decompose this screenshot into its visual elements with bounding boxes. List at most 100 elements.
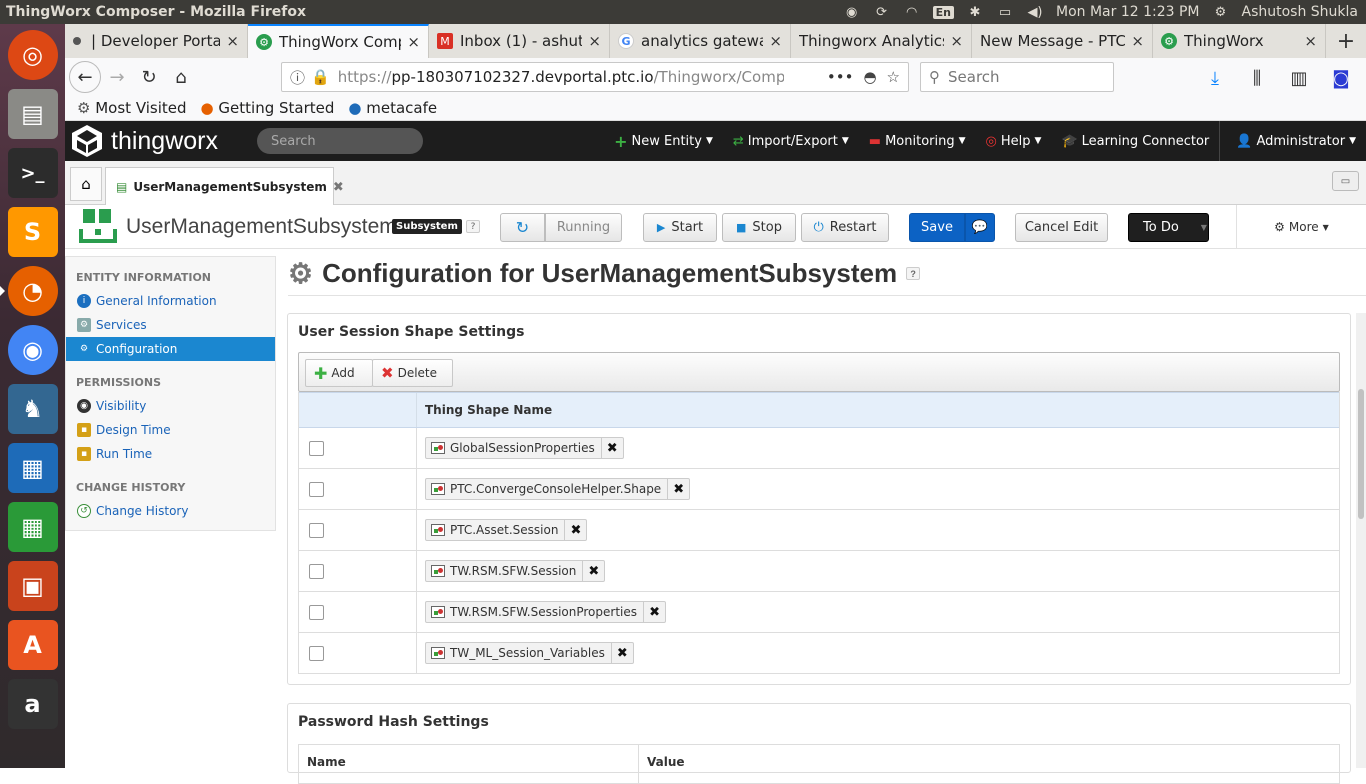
close-icon[interactable]: ×	[226, 32, 239, 50]
save-button[interactable]: Save	[909, 213, 965, 242]
row-checkbox[interactable]	[309, 440, 324, 456]
delete-button[interactable]: ✖ Delete	[372, 359, 453, 387]
remove-x-icon[interactable]: ✖	[564, 519, 586, 541]
browser-tab[interactable]: M Inbox (1) - ashutosh ×	[429, 24, 610, 58]
help-menu[interactable]: ◎ Help ▼	[976, 121, 1052, 161]
close-icon[interactable]: ×	[950, 32, 963, 50]
remove-x-icon[interactable]: ✖	[667, 478, 689, 500]
scrollbar-thumb[interactable]	[1358, 389, 1364, 519]
vertical-scrollbar[interactable]	[1356, 313, 1366, 768]
amazon-app-icon[interactable]: a	[7, 679, 58, 729]
bluetooth-icon[interactable]: ✱	[966, 4, 984, 20]
thing-shape-chip[interactable]: TW.RSM.SFW.Session ✖	[425, 560, 606, 582]
todo-button[interactable]: To Do ▼	[1128, 213, 1209, 242]
close-icon[interactable]: ×	[1131, 32, 1144, 50]
url-bar[interactable]: ⓘ 🔒 https:// pp-180307102327.devportal.p…	[281, 62, 909, 92]
browser-tab[interactable]: New Message - PTC U ×	[972, 24, 1153, 58]
column-header[interactable]: Name	[299, 745, 639, 783]
files-app-icon[interactable]: ▤	[7, 89, 58, 139]
thing-shape-chip[interactable]: TW_ML_Session_Variables ✖	[425, 642, 634, 664]
forward-arrow-icon[interactable]: →	[101, 61, 133, 93]
app-search-input[interactable]: Search	[257, 128, 423, 154]
pgadmin-elephant-icon[interactable]: ♞	[7, 384, 58, 434]
thingworx-logo[interactable]: thingworx	[65, 124, 257, 158]
new-entity-menu[interactable]: + New Entity ▼	[604, 121, 723, 161]
nav-general-information[interactable]: i General Information	[66, 289, 275, 313]
browser-tab[interactable]: ⚙ ThingWorx ×	[1153, 24, 1326, 58]
bookmark-getting-started[interactable]: ● Getting Started	[201, 99, 335, 117]
row-checkbox[interactable]	[309, 645, 324, 661]
sync-icon[interactable]: ⟳	[873, 4, 891, 20]
row-checkbox[interactable]	[309, 563, 324, 579]
bookmark-star-icon[interactable]: ☆	[887, 68, 900, 86]
new-tab-button[interactable]: +	[1326, 24, 1366, 58]
close-icon[interactable]: ✖	[333, 180, 344, 195]
nav-visibility[interactable]: ◉ Visibility	[66, 394, 275, 418]
remove-x-icon[interactable]: ✖	[600, 437, 623, 459]
thing-shape-chip[interactable]: TW.RSM.SFW.SessionProperties ✖	[425, 601, 667, 623]
browser-tab-active[interactable]: ⚙ ThingWorx Composer ×	[248, 24, 429, 58]
administrator-menu[interactable]: 👤 Administrator ▼	[1220, 121, 1366, 161]
home-icon[interactable]: ⌂	[70, 167, 102, 201]
remove-x-icon[interactable]: ✖	[643, 601, 665, 623]
steam-icon[interactable]: ◉	[843, 4, 861, 20]
comment-button[interactable]: 💬	[965, 213, 995, 242]
sidebar-icon[interactable]: ▥	[1283, 62, 1315, 94]
software-center-icon[interactable]: A	[7, 620, 58, 670]
entity-tab[interactable]: ▤ UserManagementSubsystem ✖	[105, 167, 344, 206]
volume-icon[interactable]: ◀)	[1026, 4, 1044, 20]
page-actions-icon[interactable]: •••	[827, 68, 854, 86]
battery-icon[interactable]: ▭	[996, 4, 1014, 20]
ubuntu-logo-icon[interactable]: ◎	[7, 30, 58, 80]
learning-connector-link[interactable]: 🎓 Learning Connector	[1051, 121, 1219, 161]
thing-shape-chip[interactable]: PTC.Asset.Session ✖	[425, 519, 588, 541]
close-icon[interactable]: ×	[1304, 32, 1317, 50]
monitoring-menu[interactable]: ▬ Monitoring ▼	[859, 121, 976, 161]
browser-tab[interactable]: G analytics gateway ×	[610, 24, 791, 58]
download-icon[interactable]: ⤓	[1199, 62, 1231, 94]
stop-button[interactable]: ■ Stop	[722, 213, 796, 242]
library-icon[interactable]: ⫼	[1241, 62, 1273, 94]
window-toggle-icon[interactable]: ▭	[1332, 171, 1359, 191]
help-icon[interactable]: ?	[466, 220, 480, 233]
bookmark-most-visited[interactable]: ⚙ Most Visited	[77, 99, 187, 117]
thing-shape-chip[interactable]: PTC.ConvergeConsoleHelper.Shape ✖	[425, 478, 691, 500]
settings-gear-icon[interactable]: ⚙	[1212, 4, 1230, 20]
more-menu[interactable]: ⚙ More ▼	[1236, 205, 1366, 249]
row-checkbox[interactable]	[309, 481, 324, 497]
close-icon[interactable]: ×	[588, 32, 601, 50]
nav-run-time[interactable]: ▪ Run Time	[66, 442, 275, 466]
bookmark-metacafe[interactable]: ● metacafe	[348, 99, 437, 117]
chrome-app-icon[interactable]: ◉	[7, 325, 58, 375]
thing-shape-chip[interactable]: GlobalSessionProperties ✖	[425, 437, 624, 459]
column-header[interactable]: Thing Shape Name	[417, 393, 552, 427]
pocket-icon[interactable]: ◓	[863, 68, 876, 86]
wifi-icon[interactable]: ◠	[903, 4, 921, 20]
nav-services[interactable]: ⚙ Services	[66, 313, 275, 337]
help-icon[interactable]: ?	[906, 267, 921, 280]
writer-app-icon[interactable]: ▦	[7, 443, 58, 493]
nav-change-history[interactable]: ↺ Change History	[66, 499, 275, 523]
sublime-text-icon[interactable]: S	[7, 207, 58, 257]
browser-search-input[interactable]: ⚲ Search	[920, 62, 1114, 92]
close-icon[interactable]: ×	[769, 32, 782, 50]
extension-icon[interactable]: ◙	[1325, 62, 1357, 94]
add-button[interactable]: ✚ Add	[305, 359, 373, 387]
nav-design-time[interactable]: ▪ Design Time	[66, 418, 275, 442]
column-header[interactable]: Value	[639, 745, 693, 783]
row-checkbox[interactable]	[309, 522, 324, 538]
nav-configuration[interactable]: ⚙ Configuration	[66, 337, 275, 361]
browser-tab[interactable]: Thingworx Analytics ×	[791, 24, 972, 58]
restart-button[interactable]: ⏻ Restart	[801, 213, 889, 242]
back-arrow-icon[interactable]: ←	[69, 61, 101, 93]
impress-app-icon[interactable]: ▣	[7, 561, 58, 611]
user-name[interactable]: Ashutosh Shukla	[1242, 4, 1359, 20]
remove-x-icon[interactable]: ✖	[610, 642, 633, 664]
refresh-button[interactable]: ↻	[500, 213, 545, 242]
keyboard-layout[interactable]: En	[932, 5, 954, 19]
reload-icon[interactable]: ↻	[133, 61, 165, 93]
close-icon[interactable]: ×	[407, 33, 420, 51]
calc-app-icon[interactable]: ▦	[7, 502, 58, 552]
cancel-edit-button[interactable]: Cancel Edit	[1015, 213, 1108, 242]
firefox-app-icon[interactable]: ◔	[0, 266, 58, 316]
